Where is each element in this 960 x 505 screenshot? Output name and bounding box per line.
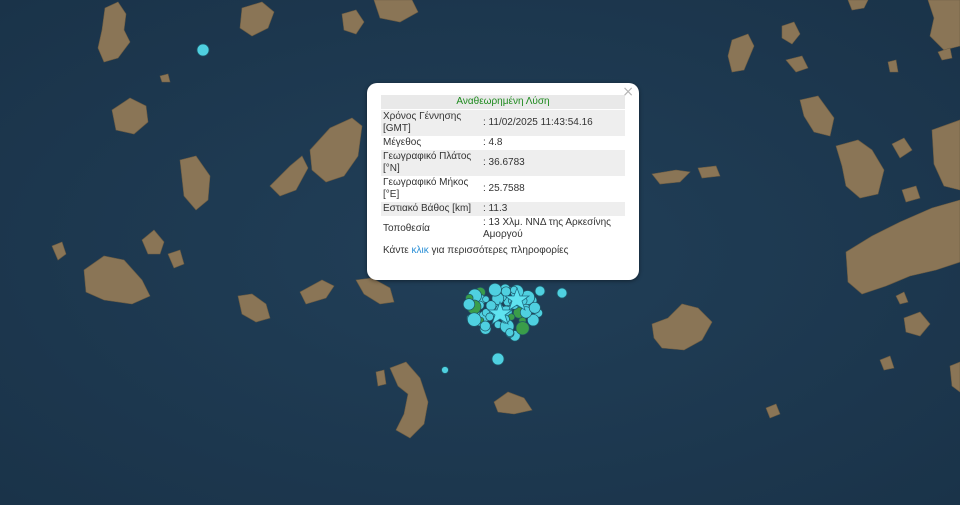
info-row-longitude: Γεωγραφικό Μήκος [°E] : 25.7588	[381, 176, 625, 202]
earthquake-marker[interactable]	[515, 321, 530, 336]
earthquake-marker[interactable]	[479, 320, 491, 332]
earthquake-marker[interactable]	[534, 285, 546, 297]
info-row-latitude: Γεωγραφικό Πλάτος [°N] : 36.6783	[381, 150, 625, 176]
earthquake-marker[interactable]	[462, 298, 476, 311]
origin-time-label: Χρόνος Γέννησης [GMT]	[381, 110, 481, 136]
more-info-text: Κάντε κλικ για περισσότερες πληροφορίες	[381, 242, 625, 259]
island	[887, 59, 899, 73]
location-label: Τοποθεσία	[383, 223, 430, 234]
close-icon[interactable]: ×	[622, 85, 634, 99]
depth-value: : 11.3	[481, 202, 625, 216]
info-row-origin-time: Χρόνος Γέννησης [GMT] : 11/02/2025 11:43…	[381, 110, 625, 136]
earthquake-marker[interactable]	[196, 43, 210, 57]
earthquake-marker[interactable]	[491, 352, 505, 366]
latitude-label: Γεωγραφικό Πλάτος [°N]	[381, 150, 481, 176]
more-info-link[interactable]: κλικ	[412, 245, 429, 256]
magnitude-label: Μέγεθος	[383, 137, 422, 148]
popup-title: Αναθεωρημένη Λύση	[381, 95, 625, 109]
longitude-label: Γεωγραφικό Μήκος [°E]	[383, 177, 469, 200]
depth-label: Εστιακό Βάθος [km]	[381, 202, 481, 216]
info-row-depth: Εστιακό Βάθος [km] : 11.3	[381, 202, 625, 216]
earthquake-marker[interactable]	[482, 295, 490, 303]
island	[375, 369, 387, 387]
location-value: : 13 Χλμ. ΝΝΔ της Αρκεσίνης Αμοργού	[483, 217, 611, 240]
earthquake-marker[interactable]	[488, 282, 502, 297]
earthquake-marker[interactable]	[485, 312, 494, 322]
earthquake-marker[interactable]	[500, 286, 512, 297]
earthquake-info-table: Χρόνος Γέννησης [GMT] : 11/02/2025 11:43…	[381, 110, 625, 242]
more-info-suffix: για περισσότερες πληροφορίες	[428, 245, 569, 256]
origin-time-value: : 11/02/2025 11:43:54.16	[481, 110, 625, 136]
earthquake-marker[interactable]	[467, 312, 482, 327]
longitude-value: : 25.7588	[483, 183, 525, 194]
earthquake-marker[interactable]	[556, 287, 568, 299]
earthquake-marker[interactable]	[505, 328, 515, 337]
island	[697, 165, 721, 179]
latitude-value: : 36.6783	[481, 150, 625, 176]
magnitude-value: : 4.8	[483, 137, 503, 148]
earthquake-marker[interactable]	[528, 301, 541, 314]
info-row-magnitude: Μέγεθος : 4.8	[381, 136, 625, 150]
earthquake-marker[interactable]	[441, 366, 449, 374]
earthquake-popup: × Αναθεωρημένη Λύση Χρόνος Γέννησης [GMT…	[367, 83, 639, 280]
info-row-location: Τοποθεσία : 13 Χλμ. ΝΝΔ της Αρκεσίνης Αμ…	[381, 216, 625, 242]
more-info-prefix: Κάντε	[383, 245, 412, 256]
